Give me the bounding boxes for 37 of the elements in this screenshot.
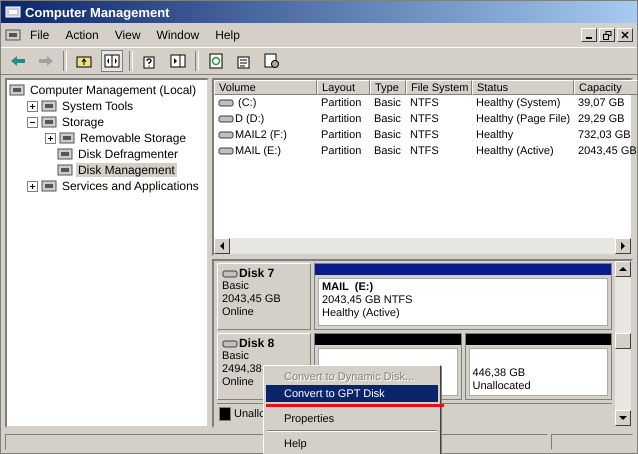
table-cell-text: Partition [320, 129, 362, 141]
table-cell-text: Healthy (Page File) [475, 113, 572, 125]
disk-name: Disk 7 [239, 267, 274, 280]
table-cell-text: Partition [320, 145, 362, 157]
partition-size: 2043,45 GB NTFS [322, 294, 414, 307]
partition-status: Healthy (Active) [322, 307, 401, 320]
table-cell: MAIL (E:) [235, 145, 282, 157]
table-cell-text: NTFS [409, 113, 440, 125]
table-cell-text: Basic [373, 129, 402, 141]
table-cell-text: 39,07 GB [577, 97, 626, 109]
table-cell: D (D:) [235, 113, 264, 125]
window-title: Computer Management [25, 4, 170, 20]
disk-type: Basic [222, 350, 250, 363]
table-cell-text: NTFS [409, 97, 440, 109]
table-cell-text: NTFS [409, 145, 440, 157]
partition-status: Unallocated [472, 380, 532, 393]
table-cell-text: Healthy (Active) [475, 145, 555, 157]
disk-size: 2043,45 GB [222, 293, 282, 306]
table-cell-text: Partition [320, 97, 362, 109]
disk-size: 2494,38 [222, 363, 263, 376]
table-cell-text: Healthy [475, 129, 514, 141]
table-cell-text: Basic [373, 113, 402, 125]
table-cell-text: Partition [320, 113, 362, 125]
partition-size: 446,38 GB [472, 367, 526, 380]
table-cell-text: Basic [373, 97, 402, 109]
table-cell-text: NTFS [409, 129, 440, 141]
disk-name: Disk 8 [239, 337, 274, 350]
table-cell-text: 732,03 GB [577, 129, 632, 141]
table-cell-text: Basic [373, 145, 402, 157]
table-cell-text: 2043,45 GB [577, 145, 638, 157]
disk-status: Online [222, 306, 255, 319]
table-cell: MAIL2 (F:) [235, 129, 287, 141]
disk-type: Basic [222, 280, 250, 293]
table-cell-text: Healthy (System) [475, 97, 562, 109]
partition-label: MAIL (E:) [322, 281, 374, 294]
table-cell-text: (C:) [237, 97, 256, 109]
table-cell-text: 29,29 GB [577, 113, 626, 125]
